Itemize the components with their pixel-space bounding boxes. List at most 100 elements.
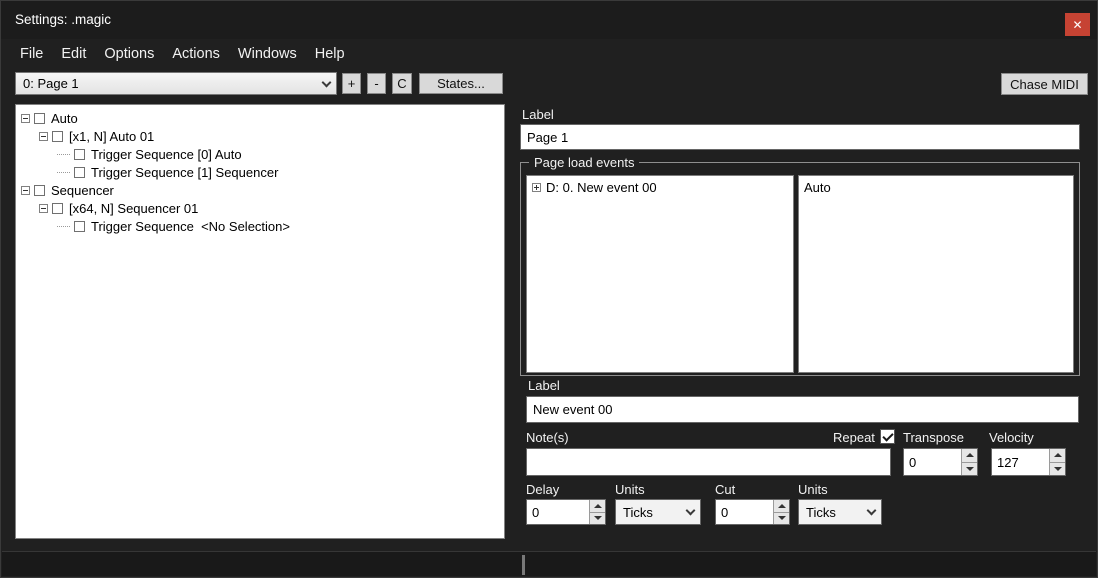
page-label-input[interactable]	[520, 124, 1080, 150]
window-title: Settings: .magic	[15, 1, 111, 39]
event-label-input[interactable]	[526, 396, 1079, 423]
tree-connector	[57, 226, 70, 227]
pages-tree[interactable]: Auto [x1, N] Auto 01 Trigger Sequence [0…	[15, 104, 505, 539]
notes-caption: Note(s)	[526, 430, 569, 446]
clone-page-label: C	[397, 77, 406, 90]
states-button[interactable]: States...	[419, 73, 503, 94]
checkbox[interactable]	[74, 149, 85, 160]
group-caption: Page load events	[529, 155, 639, 171]
tree-item-label: Trigger Sequence [0] Auto	[91, 147, 242, 162]
spinner-buttons	[589, 500, 605, 524]
expand-icon[interactable]	[532, 183, 541, 192]
cut-caption: Cut	[715, 482, 735, 498]
splitter-handle[interactable]	[522, 555, 525, 575]
chevron-down-icon	[316, 82, 336, 86]
menu-options[interactable]: Options	[95, 41, 163, 67]
transpose-spinner[interactable]	[903, 448, 978, 476]
tree-item-trigger-0[interactable]: Trigger Sequence [0] Auto	[16, 145, 504, 163]
checkbox[interactable]	[74, 221, 85, 232]
checkbox[interactable]	[52, 203, 63, 214]
spin-up-icon[interactable]	[1050, 449, 1065, 462]
chase-midi-label: Chase MIDI	[1010, 78, 1079, 91]
menu-help[interactable]: Help	[306, 41, 354, 67]
cut-input[interactable]	[716, 500, 773, 524]
tree-item-sequencer[interactable]: Sequencer	[16, 181, 504, 199]
spin-down-icon[interactable]	[962, 462, 977, 476]
events-list[interactable]: D: 0. New event 00	[526, 175, 794, 373]
tree-connector	[57, 172, 70, 173]
delay-units-select[interactable]: Ticks	[615, 499, 701, 525]
delay-caption: Delay	[526, 482, 559, 498]
chase-midi-button[interactable]: Chase MIDI	[1001, 73, 1088, 95]
remove-page-button[interactable]: -	[367, 73, 386, 94]
tree-item-label: Auto	[51, 111, 78, 126]
tree-item-label: Trigger Sequence [1] Sequencer	[91, 165, 278, 180]
repeat-checkbox[interactable]	[880, 429, 895, 444]
checkbox[interactable]	[52, 131, 63, 142]
page-select[interactable]: 0: Page 1	[15, 72, 337, 95]
checkbox[interactable]	[34, 185, 45, 196]
checkbox[interactable]	[34, 113, 45, 124]
menu-actions[interactable]: Actions	[163, 41, 229, 67]
spin-up-icon[interactable]	[962, 449, 977, 462]
spin-down-icon[interactable]	[774, 512, 789, 525]
close-button[interactable]: ✕	[1065, 13, 1090, 36]
collapse-icon[interactable]	[39, 132, 48, 141]
spin-down-icon[interactable]	[1050, 462, 1065, 476]
event-item-label: D: 0. New event 00	[546, 180, 657, 195]
delay-spinner[interactable]	[526, 499, 606, 525]
repeat-caption: Repeat	[833, 430, 875, 446]
checkbox[interactable]	[74, 167, 85, 178]
notes-input[interactable]	[526, 448, 891, 476]
tree-item-label: [x64, N] Sequencer 01	[69, 201, 198, 216]
tree-item-auto-01[interactable]: [x1, N] Auto 01	[16, 127, 504, 145]
chevron-down-icon	[680, 510, 700, 514]
delay-input[interactable]	[527, 500, 589, 524]
tree-item-trigger-1[interactable]: Trigger Sequence [1] Sequencer	[16, 163, 504, 181]
menu-edit[interactable]: Edit	[52, 41, 95, 67]
velocity-spinner[interactable]	[991, 448, 1066, 476]
page-label-caption: Label	[522, 107, 554, 123]
collapse-icon[interactable]	[39, 204, 48, 213]
tree-item-label: Sequencer	[51, 183, 114, 198]
spin-down-icon[interactable]	[590, 512, 605, 525]
statusbar	[2, 551, 1096, 576]
velocity-caption: Velocity	[989, 430, 1034, 446]
tree-item-label: [x1, N] Auto 01	[69, 129, 154, 144]
settings-window: Settings: .magic ✕ File Edit Options Act…	[0, 0, 1098, 578]
spin-up-icon[interactable]	[774, 500, 789, 512]
clone-page-button[interactable]: C	[392, 73, 412, 94]
titlebar[interactable]: Settings: .magic ✕	[1, 1, 1097, 39]
spinner-buttons	[961, 449, 977, 475]
add-page-label: +	[348, 77, 356, 90]
tree-item-trigger-noselection[interactable]: Trigger Sequence <No Selection>	[16, 217, 504, 235]
collapse-icon[interactable]	[21, 114, 30, 123]
cut-spinner[interactable]	[715, 499, 790, 525]
target-list-item[interactable]: Auto	[799, 179, 1073, 196]
transpose-input[interactable]	[904, 449, 961, 475]
delay-units-caption: Units	[615, 482, 645, 498]
cut-units-caption: Units	[798, 482, 828, 498]
chevron-down-icon	[861, 510, 881, 514]
spinner-buttons	[773, 500, 789, 524]
delay-units-value: Ticks	[616, 505, 680, 520]
menu-file[interactable]: File	[11, 41, 52, 67]
event-label-caption: Label	[528, 378, 560, 394]
add-page-button[interactable]: +	[342, 73, 361, 94]
transpose-caption: Transpose	[903, 430, 964, 446]
spinner-buttons	[1049, 449, 1065, 475]
tree-item-label: Trigger Sequence <No Selection>	[91, 219, 290, 234]
event-targets-list[interactable]: Auto	[798, 175, 1074, 373]
velocity-input[interactable]	[992, 449, 1049, 475]
spin-up-icon[interactable]	[590, 500, 605, 512]
tree-item-auto[interactable]: Auto	[16, 109, 504, 127]
event-list-item[interactable]: D: 0. New event 00	[527, 179, 793, 196]
tree-item-sequencer-01[interactable]: [x64, N] Sequencer 01	[16, 199, 504, 217]
close-icon: ✕	[1072, 18, 1082, 32]
collapse-icon[interactable]	[21, 186, 30, 195]
cut-units-select[interactable]: Ticks	[798, 499, 882, 525]
cut-units-value: Ticks	[799, 505, 861, 520]
target-item-label: Auto	[804, 180, 831, 195]
page-select-value: 0: Page 1	[16, 76, 316, 91]
menu-windows[interactable]: Windows	[229, 41, 306, 67]
